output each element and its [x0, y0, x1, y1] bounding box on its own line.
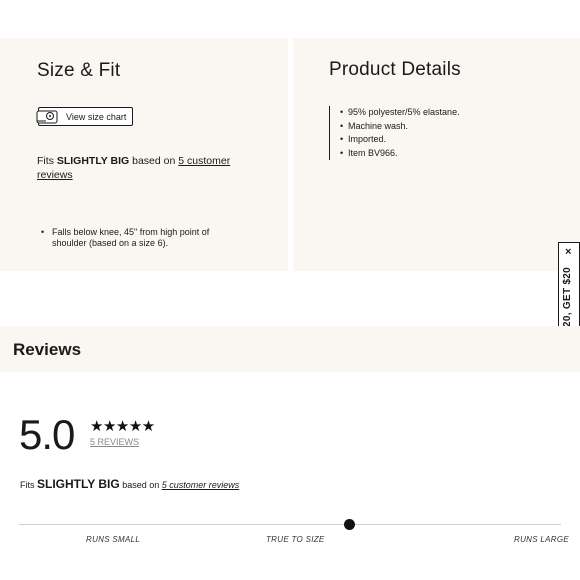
- detail-item: Imported.: [340, 133, 460, 147]
- reviews-fit-summary: Fits SLIGHTLY BIG based on 5 customer re…: [20, 477, 239, 491]
- fit-scale-label-small: RUNS SMALL: [86, 535, 141, 544]
- detail-item: Machine wash.: [340, 120, 460, 134]
- fit-scale-track: [19, 524, 561, 525]
- fit-value: SLIGHTLY BIG: [56, 155, 130, 167]
- fit-scale-label-true: TRUE TO SIZE: [266, 535, 325, 544]
- view-size-chart-label: View size chart: [66, 112, 127, 122]
- view-size-chart-button[interactable]: View size chart: [36, 107, 133, 126]
- reviews-fit-prefix: Fits: [20, 480, 37, 490]
- fit-scale-marker: [344, 519, 356, 530]
- reviews-customer-reviews-link[interactable]: 5 customer reviews: [162, 480, 240, 490]
- average-rating: 5.0: [19, 411, 75, 458]
- reviews-title: Reviews: [13, 340, 82, 359]
- detail-item: Item BV966.: [340, 147, 460, 161]
- tape-measure-icon: [36, 110, 58, 124]
- product-details-title: Product Details: [329, 59, 461, 80]
- fit-middle: based on: [129, 155, 179, 167]
- product-details-list: 95% polyester/5% elastane. Machine wash.…: [329, 106, 460, 160]
- product-details-panel: Product Details 95% polyester/5% elastan…: [293, 38, 580, 271]
- fit-bullet-text: Falls below knee, 45" from high point of…: [52, 227, 210, 248]
- fit-scale-label-large: RUNS LARGE: [514, 535, 570, 544]
- fit-bullet: Falls below knee, 45" from high point of…: [41, 227, 243, 248]
- reviews-fit-middle: based on: [119, 480, 162, 490]
- size-fit-title: Size & Fit: [37, 60, 121, 81]
- reviews-header: Reviews: [0, 326, 580, 372]
- reviews-fit-value: SLIGHTLY BIG: [37, 477, 120, 491]
- close-icon[interactable]: ×: [565, 247, 571, 258]
- fit-prefix: Fits: [37, 155, 57, 167]
- detail-item: 95% polyester/5% elastane.: [340, 106, 460, 120]
- fit-summary-text: Fits SLIGHTLY BIG based on 5 customer re…: [37, 154, 247, 182]
- size-fit-panel: Size & Fit View size chart Fits SLIGHTLY…: [0, 38, 288, 271]
- review-count-link[interactable]: 5 REVIEWS: [90, 437, 139, 447]
- rating-stars: ★★★★★: [90, 418, 155, 435]
